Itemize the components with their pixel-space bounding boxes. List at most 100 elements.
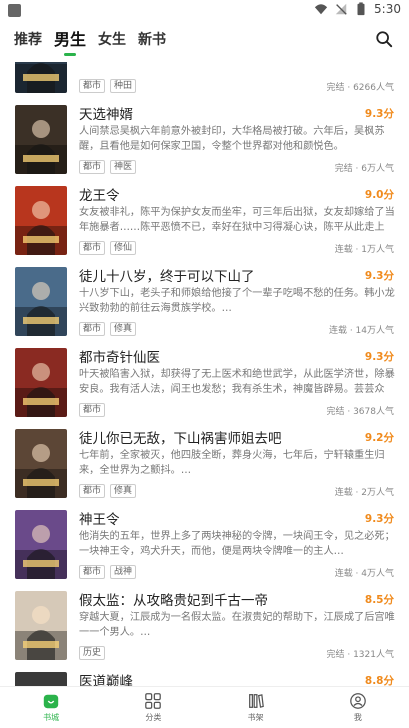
book-score: 9.3分 <box>364 108 394 120</box>
book-tags: 历史 <box>79 646 106 660</box>
book-status-popularity: 完结 · 6万人气 <box>334 164 394 174</box>
book-score: 9.0分 <box>364 189 394 201</box>
wifi-icon <box>314 4 328 15</box>
book-tags: 都市 修真 <box>79 484 137 498</box>
book-status-popularity: 完结 · 6266人气 <box>326 83 395 93</box>
tab-new[interactable]: 新书 <box>138 30 166 50</box>
book-tags: 都市 修真 <box>79 322 137 336</box>
book-cover[interactable] <box>15 62 67 93</box>
tab-recommend[interactable]: 推荐 <box>14 30 42 50</box>
nav-bookshelf[interactable]: 书架 <box>205 687 307 728</box>
tab-male[interactable]: 男生 <box>54 30 86 56</box>
book-cover[interactable] <box>15 267 67 336</box>
cover-art <box>15 105 67 174</box>
bookstore-icon <box>43 694 59 709</box>
book-description: 十八岁下山，老头子和师娘给他接了个一辈子吃喝不愁的任务。韩小龙兴致勃勃的前往云海… <box>79 288 395 314</box>
book-score: 9.3分 <box>364 513 394 525</box>
book-cover[interactable] <box>15 186 67 255</box>
book-description: 叶天被陷害入狱，却获得了无上医术和绝世武学，从此医学济世，除暴安良。我有活人法，… <box>79 369 395 395</box>
book-cover[interactable] <box>15 591 67 660</box>
book-status-popularity: 完结 · 1321人气 <box>326 650 395 660</box>
book-item[interactable]: 神王令 9.3分他消失的五年，世界上多了两块神秘的令牌，一块阎王令，见之必死；一块… <box>0 498 409 579</box>
book-title: 徒儿你已无敌，下山祸害师姐去吧 <box>79 431 282 447</box>
book-description: 穿越大夏，江辰成为一名假太监。在淑贵妃的帮助下，江辰成了后宫唯一一个男人。… <box>79 612 395 638</box>
book-item[interactable]: 都市奇针仙医 9.3分叶天被陷害入狱，却获得了无上医术和绝世武学，从此医学济世，除… <box>0 336 409 417</box>
cover-art <box>15 62 67 93</box>
category-icon <box>145 693 162 709</box>
book-description: 他消失的五年，世界上多了两块神秘的令牌，一块阎王令，见之必死；一块神王令，鸡犬升… <box>79 531 395 557</box>
nav-category-label: 分类 <box>145 713 162 722</box>
book-score: 9.3分 <box>364 270 394 282</box>
book-status-popularity: 连载 · 14万人气 <box>328 326 394 336</box>
book-item[interactable]: 医道巅峰 8.8分 <box>0 660 409 686</box>
book-title: 都市奇针仙医 <box>79 350 160 366</box>
nav-profile[interactable]: 我 <box>307 687 409 728</box>
header: 推荐 男生 女生 新书 <box>0 22 409 62</box>
cover-art <box>15 267 67 336</box>
cover-art <box>15 510 67 579</box>
battery-icon <box>357 2 365 16</box>
book-title: 神王令 <box>79 512 120 528</box>
cover-art <box>15 348 67 417</box>
book-status-popularity: 连载 · 2万人气 <box>334 488 394 498</box>
book-title: 龙王令 <box>79 188 120 204</box>
status-time: 5:30 <box>374 2 401 16</box>
bottom-nav: 书城 分类 书架 我 <box>0 686 409 728</box>
book-item[interactable]: 都市 种田 完结 · 6266人气 <box>0 62 409 93</box>
genre-tag: 战神 <box>110 565 137 579</box>
book-item[interactable]: 假太监：从攻略贵妃到千古一帝 8.5分 穿越大夏，江辰成为一名假太监。在淑贵妃的帮助… <box>0 579 409 660</box>
cover-art <box>15 672 67 686</box>
book-item[interactable]: 天选神婿 9.3分人间禁忌吴枫六年前意外被封印，大华格局被打破。六年后，吴枫苏醒，… <box>0 93 409 174</box>
status-bar: 5:30 <box>0 0 409 22</box>
book-tags: 都市 <box>79 403 106 417</box>
nav-profile-label: 我 <box>353 713 362 722</box>
book-title: 医道巅峰 <box>79 674 133 686</box>
tab-female[interactable]: 女生 <box>98 30 126 50</box>
book-tags: 都市 神医 <box>79 160 137 174</box>
book-list: 都市 种田 完结 · 6266人气 天选神婿 9.3分 人间禁忌吴枫六年前意外被封印，大华… <box>0 62 409 686</box>
book-title: 天选神婿 <box>79 107 133 123</box>
book-status-popularity: 连载 · 4万人气 <box>334 569 394 579</box>
cover-art <box>15 186 67 255</box>
notification-icon <box>8 4 21 17</box>
book-tags: 都市 修仙 <box>79 241 137 255</box>
cover-art <box>15 429 67 498</box>
book-status-popularity: 完结 · 3678人气 <box>326 407 395 417</box>
book-score: 9.2分 <box>364 432 394 444</box>
category-tabs: 推荐 男生 女生 新书 <box>14 30 166 56</box>
genre-tag: 修真 <box>110 322 137 336</box>
book-title: 徒儿十八岁，终于可以下山了 <box>79 269 255 285</box>
book-score: 8.8分 <box>364 675 394 686</box>
book-item[interactable]: 徒儿你已无敌，下山祸害师姐去吧 9.2分七年前，全家被灭，他四肢全断，葬身火海，七… <box>0 417 409 498</box>
genre-tag: 种田 <box>110 79 137 93</box>
no-signal-icon <box>335 3 347 15</box>
nav-bookstore[interactable]: 书城 <box>0 687 102 728</box>
bookshelf-icon <box>248 694 264 708</box>
book-tags: 都市 种田 <box>79 79 137 93</box>
genre-tag: 神医 <box>110 160 137 174</box>
genre-tag: 历史 <box>79 646 106 660</box>
profile-icon <box>350 693 366 709</box>
genre-tag: 都市 <box>79 322 106 336</box>
book-cover[interactable] <box>15 429 67 498</box>
cover-art <box>15 591 67 660</box>
book-description: 七年前，全家被灭，他四肢全断，葬身火海，七年后，宁轩辕重生归来，全世界为之颤抖。… <box>79 450 385 476</box>
nav-bookshelf-label: 书架 <box>247 713 264 722</box>
book-cover[interactable] <box>15 510 67 579</box>
book-cover[interactable] <box>15 348 67 417</box>
book-cover[interactable] <box>15 105 67 174</box>
book-status-popularity: 连载 · 1万人气 <box>334 245 394 255</box>
book-cover[interactable] <box>15 672 67 686</box>
genre-tag: 都市 <box>79 403 106 417</box>
status-right: 5:30 <box>314 2 401 16</box>
book-item[interactable]: 龙王令 9.0分 女友被非礼，陈平为保护女友而坐牢，可三年后出狱，女友却嫁给了当年施… <box>0 174 409 255</box>
genre-tag: 都市 <box>79 79 106 93</box>
book-item[interactable]: 徒儿十八岁，终于可以下山了 9.3分十八岁下山，老头子和师娘给他接了个一辈子吃喝不… <box>0 255 409 336</box>
book-tags: 都市 战神 <box>79 565 137 579</box>
book-score: 9.3分 <box>364 351 394 363</box>
nav-bookstore-label: 书城 <box>43 713 60 722</box>
search-icon[interactable] <box>375 30 393 48</box>
genre-tag: 修真 <box>110 484 137 498</box>
nav-category[interactable]: 分类 <box>102 687 204 728</box>
book-description: 人间禁忌吴枫六年前意外被封印，大华格局被打破。六年后，吴枫苏醒，且看他是如何保家… <box>79 126 385 152</box>
